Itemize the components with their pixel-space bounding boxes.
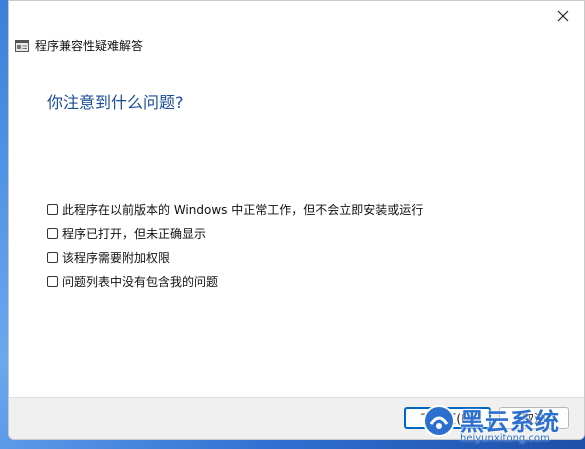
option-extra-permissions[interactable]: 该程序需要附加权限 — [47, 245, 423, 269]
watermark-url: heiyunxitong.com — [460, 433, 550, 444]
option-not-listed[interactable]: 问题列表中没有包含我的问题 — [47, 269, 423, 293]
option-label: 问题列表中没有包含我的问题 — [62, 274, 219, 289]
dialog-title: 程序兼容性疑难解答 — [35, 39, 144, 53]
compatibility-troubleshooter-icon — [15, 39, 29, 52]
option-previous-windows[interactable]: 此程序在以前版本的 Windows 中正常工作，但不会立即安装或运行 — [47, 197, 423, 221]
page-heading: 你注意到什么问题? — [47, 93, 184, 112]
dialog-title-row: 程序兼容性疑难解答 — [15, 37, 143, 54]
checkbox[interactable] — [47, 203, 58, 215]
checkbox[interactable] — [47, 251, 58, 263]
option-label: 此程序在以前版本的 Windows 中正常工作，但不会立即安装或运行 — [62, 202, 424, 217]
option-label: 程序已打开，但未正确显示 — [62, 226, 207, 241]
checkbox[interactable] — [47, 227, 58, 239]
problem-options-list: 此程序在以前版本的 Windows 中正常工作，但不会立即安装或运行 程序已打开… — [47, 197, 423, 293]
watermark-brand: 黑云系统 — [460, 408, 560, 436]
option-label: 该程序需要附加权限 — [62, 250, 171, 265]
close-icon — [557, 10, 569, 22]
watermark: 黑云系统 heiyunxitong.com — [422, 402, 585, 449]
option-display-issue[interactable]: 程序已打开，但未正确显示 — [47, 221, 423, 245]
checkbox[interactable] — [47, 275, 58, 287]
troubleshooter-dialog: 程序兼容性疑难解答 你注意到什么问题? 此程序在以前版本的 Windows 中正… — [8, 0, 585, 440]
close-button[interactable] — [548, 3, 578, 29]
brand-logo-icon — [423, 405, 455, 437]
